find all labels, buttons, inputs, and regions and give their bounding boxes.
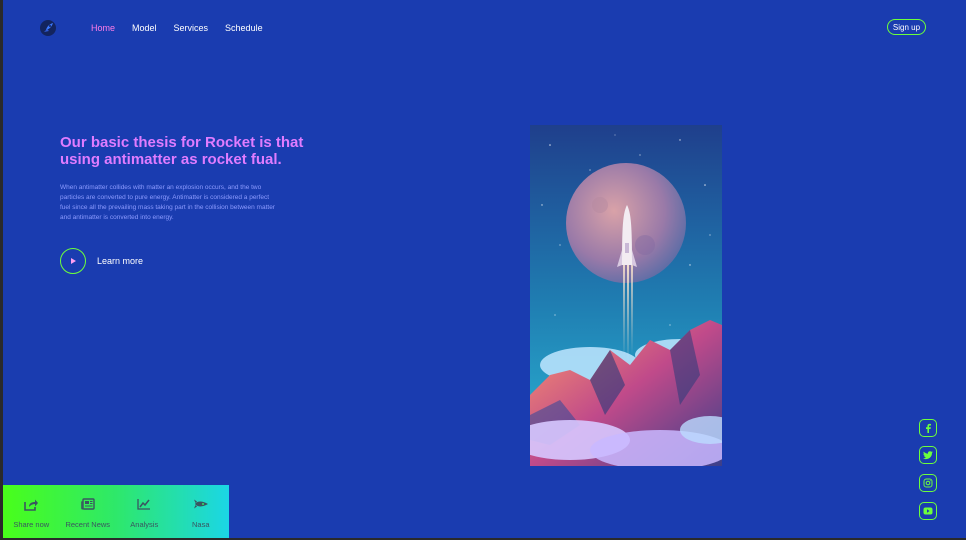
twitter-icon[interactable] (919, 446, 937, 464)
play-icon[interactable] (60, 248, 86, 274)
nav-home[interactable]: Home (91, 23, 115, 33)
newspaper-icon (80, 497, 95, 511)
rocket-logo-icon[interactable] (40, 20, 56, 36)
dock-label: Recent News (65, 520, 111, 529)
facebook-icon[interactable] (919, 419, 937, 437)
dock-share-now[interactable]: Share now (3, 485, 60, 529)
line-chart-icon (137, 497, 151, 511)
signup-button[interactable]: Sign up (887, 19, 926, 35)
share-icon (24, 497, 39, 511)
youtube-icon[interactable] (919, 502, 937, 520)
dock-label: Nasa (191, 520, 210, 529)
nav-services[interactable]: Services (174, 23, 209, 33)
learn-more-label: Learn more (97, 256, 144, 266)
dock-nasa[interactable]: Nasa (173, 485, 230, 529)
instagram-icon[interactable] (919, 474, 937, 492)
dock-recent-news[interactable]: Recent News (60, 485, 117, 529)
rocket-illustration (530, 125, 722, 466)
dock-label: Share now (13, 520, 50, 529)
main-nav: Home Model Services Schedule (91, 23, 280, 33)
hero-title: Our basic thesis for Rocket is that usin… (60, 134, 304, 168)
hero-description: When antimatter collides with matter an … (60, 184, 275, 221)
nav-model[interactable]: Model (132, 23, 157, 33)
learn-more-button[interactable]: Learn more (60, 248, 143, 274)
dock-label: Analysis (130, 520, 159, 529)
window-left-edge (0, 0, 3, 540)
dock-analysis[interactable]: Analysis (116, 485, 173, 529)
nav-schedule[interactable]: Schedule (225, 23, 263, 33)
rocket-icon (193, 497, 209, 511)
bottom-dock: Share now Recent News Analysis Nasa (3, 485, 229, 538)
